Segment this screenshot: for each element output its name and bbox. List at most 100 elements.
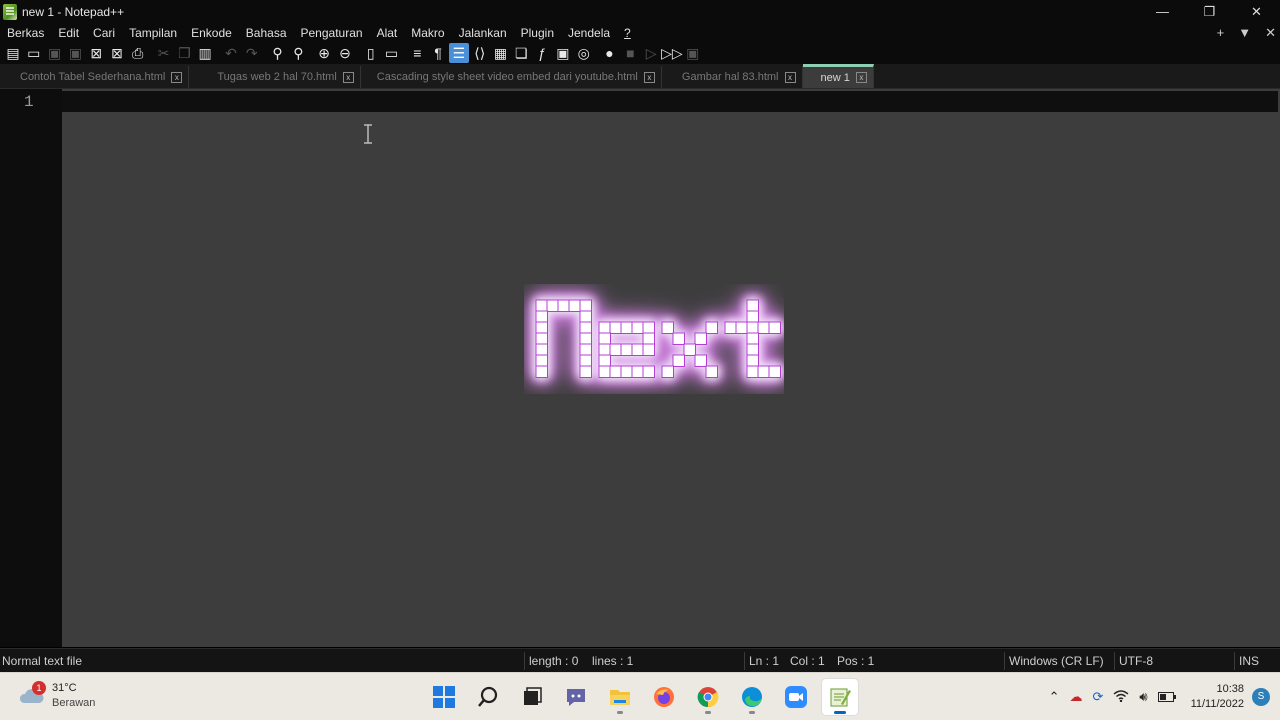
replace-icon[interactable]: ⚲ [288, 43, 308, 63]
tab-close-icon[interactable]: x [171, 71, 183, 83]
stop-macro-icon[interactable]: ■ [620, 43, 640, 63]
tab-gambar-hal[interactable]: Gambar hal 83.html x [662, 66, 803, 88]
play-macro-icon[interactable]: ▷ [641, 43, 661, 63]
monitoring-icon[interactable]: ◎ [574, 43, 594, 63]
doc-list-icon[interactable]: ❏ [511, 43, 531, 63]
status-lines: lines : 1 [592, 654, 634, 668]
menu-enkode[interactable]: Enkode [184, 26, 239, 40]
firefox-icon[interactable] [646, 679, 682, 715]
tab-label: new 1 [820, 71, 850, 84]
search-icon[interactable] [470, 679, 506, 715]
document-tabs: Contoh Tabel Sederhana.html x Tugas web … [0, 64, 1280, 89]
tab-list-button[interactable]: ▼ [1238, 25, 1251, 40]
overlay-letter [535, 299, 592, 378]
tab-close-icon[interactable]: x [342, 71, 354, 83]
menu-plugin[interactable]: Plugin [514, 26, 561, 40]
show-all-chars-icon[interactable]: ¶ [428, 43, 448, 63]
close-icon[interactable]: ⊠ [86, 43, 106, 63]
cloud-sync-icon[interactable]: ☁ [1069, 689, 1082, 705]
menu-bahasa[interactable]: Bahasa [239, 26, 294, 40]
status-length: length : 0 [529, 654, 579, 668]
close-doc-button[interactable]: ✕ [1265, 25, 1276, 41]
chevron-up-icon[interactable]: ⌃ [1049, 689, 1060, 705]
open-file-icon[interactable]: ▭ [24, 43, 44, 63]
volume-icon[interactable]: 🔊︎ [1139, 689, 1147, 705]
copy-icon[interactable]: ❐ [174, 43, 194, 63]
weather-condition: Berawan [52, 697, 96, 709]
zoom-in-icon[interactable]: ⊕ [314, 43, 334, 63]
tab-tugas-web[interactable]: Tugas web 2 hal 70.html x [189, 66, 361, 88]
tab-new-1[interactable]: new 1 x [802, 64, 874, 88]
indent-guide-icon[interactable]: ☰ [448, 43, 469, 63]
chat-icon[interactable] [558, 679, 594, 715]
tab-label: Tugas web 2 hal 70.html [217, 71, 337, 83]
save-icon[interactable]: ▣ [45, 43, 65, 63]
menu-jalankan[interactable]: Jalankan [452, 26, 514, 40]
menu-edit[interactable]: Edit [51, 26, 86, 40]
onedrive-icon[interactable]: ⟳ [1092, 689, 1103, 705]
chrome-icon[interactable] [690, 679, 726, 715]
sync-horizontal-icon[interactable]: ▭ [382, 43, 402, 63]
window-title: new 1 - Notepad++ [22, 4, 125, 19]
edge-icon[interactable] [734, 679, 770, 715]
menu-tampilan[interactable]: Tampilan [122, 26, 184, 40]
text-cursor-icon [364, 124, 372, 144]
menu-pengaturan[interactable]: Pengaturan [294, 26, 370, 40]
print-icon[interactable]: ⎙ [128, 43, 148, 63]
clock[interactable]: 10:38 11/11/2022 [1191, 682, 1244, 712]
run-macro-multiple-icon[interactable]: ▷▷ [661, 43, 683, 63]
tab-close-icon[interactable]: x [855, 72, 867, 83]
menu-berkas[interactable]: Berkas [0, 26, 51, 40]
battery-icon[interactable] [1157, 690, 1176, 705]
word-wrap-icon[interactable]: ≡ [407, 43, 427, 63]
system-tray: ⌃ ☁ ⟳ 🔊︎ 10:38 11/11/2022 S [1044, 673, 1280, 720]
save-macro-icon[interactable]: ▣ [683, 43, 703, 63]
cut-icon[interactable]: ✂ [154, 43, 174, 63]
undo-icon[interactable]: ↶ [221, 43, 241, 63]
paste-icon[interactable]: ▥ [195, 43, 215, 63]
find-icon[interactable]: ⚲ [268, 43, 288, 63]
wifi-icon[interactable] [1113, 689, 1129, 705]
zoom-icon[interactable] [778, 679, 814, 715]
record-macro-icon[interactable]: ● [600, 43, 620, 63]
menu-help[interactable]: ? [617, 26, 638, 40]
tab-cascading-style-sheet[interactable]: Cascading style sheet video embed dari y… [361, 66, 662, 88]
folder-workspace-icon[interactable]: ▣ [553, 43, 573, 63]
maximize-button[interactable]: ❐ [1186, 0, 1233, 23]
minimize-button[interactable]: — [1139, 0, 1186, 23]
cloud-icon: 1 [18, 681, 46, 705]
status-encoding[interactable]: UTF-8 [1119, 649, 1153, 673]
file-explorer-icon[interactable] [602, 679, 638, 715]
menu-cari[interactable]: Cari [86, 26, 122, 40]
zoom-out-icon[interactable]: ⊖ [335, 43, 355, 63]
overlay-letter [661, 321, 718, 378]
new-tab-button[interactable]: + [1217, 25, 1225, 40]
doc-map-icon[interactable]: ▦ [491, 43, 511, 63]
line-number: 1 [24, 93, 34, 111]
notepadpp-icon[interactable] [822, 679, 858, 715]
status-eol[interactable]: Windows (CR LF) [1009, 649, 1104, 673]
notepadpp-app-icon [3, 3, 17, 20]
windows-start-icon[interactable] [426, 679, 462, 715]
menu-alat[interactable]: Alat [370, 26, 405, 40]
sync-vertical-icon[interactable]: ▯ [361, 43, 381, 63]
close-all-icon[interactable]: ⊠ [107, 43, 127, 63]
task-view-icon[interactable] [514, 679, 550, 715]
new-file-icon[interactable]: ▤ [3, 43, 23, 63]
tab-contoh-tabel[interactable]: Contoh Tabel Sederhana.html x [4, 66, 190, 88]
function-list-icon[interactable]: ƒ [532, 43, 552, 63]
save-all-icon[interactable]: ▣ [65, 43, 85, 63]
editor-text-area[interactable] [62, 89, 1280, 647]
close-window-button[interactable]: ✕ [1233, 0, 1280, 23]
redo-icon[interactable]: ↷ [242, 43, 262, 63]
user-avatar[interactable]: S [1252, 688, 1270, 706]
menu-makro[interactable]: Makro [404, 26, 451, 40]
status-col: Col : 1 [790, 654, 825, 668]
windows-taskbar: 1 31°C Berawan ⌃ ☁ ⟳ 🔊︎ 10:38 11/11/2022… [0, 672, 1280, 720]
weather-widget[interactable]: 1 31°C Berawan [18, 681, 95, 711]
tab-close-icon[interactable]: x [784, 71, 796, 83]
xml-tag-icon[interactable]: ⟨⟩ [470, 43, 490, 63]
tab-close-icon[interactable]: x [643, 71, 655, 83]
status-insert-mode: INS [1239, 654, 1260, 668]
menu-jendela[interactable]: Jendela [561, 26, 617, 40]
